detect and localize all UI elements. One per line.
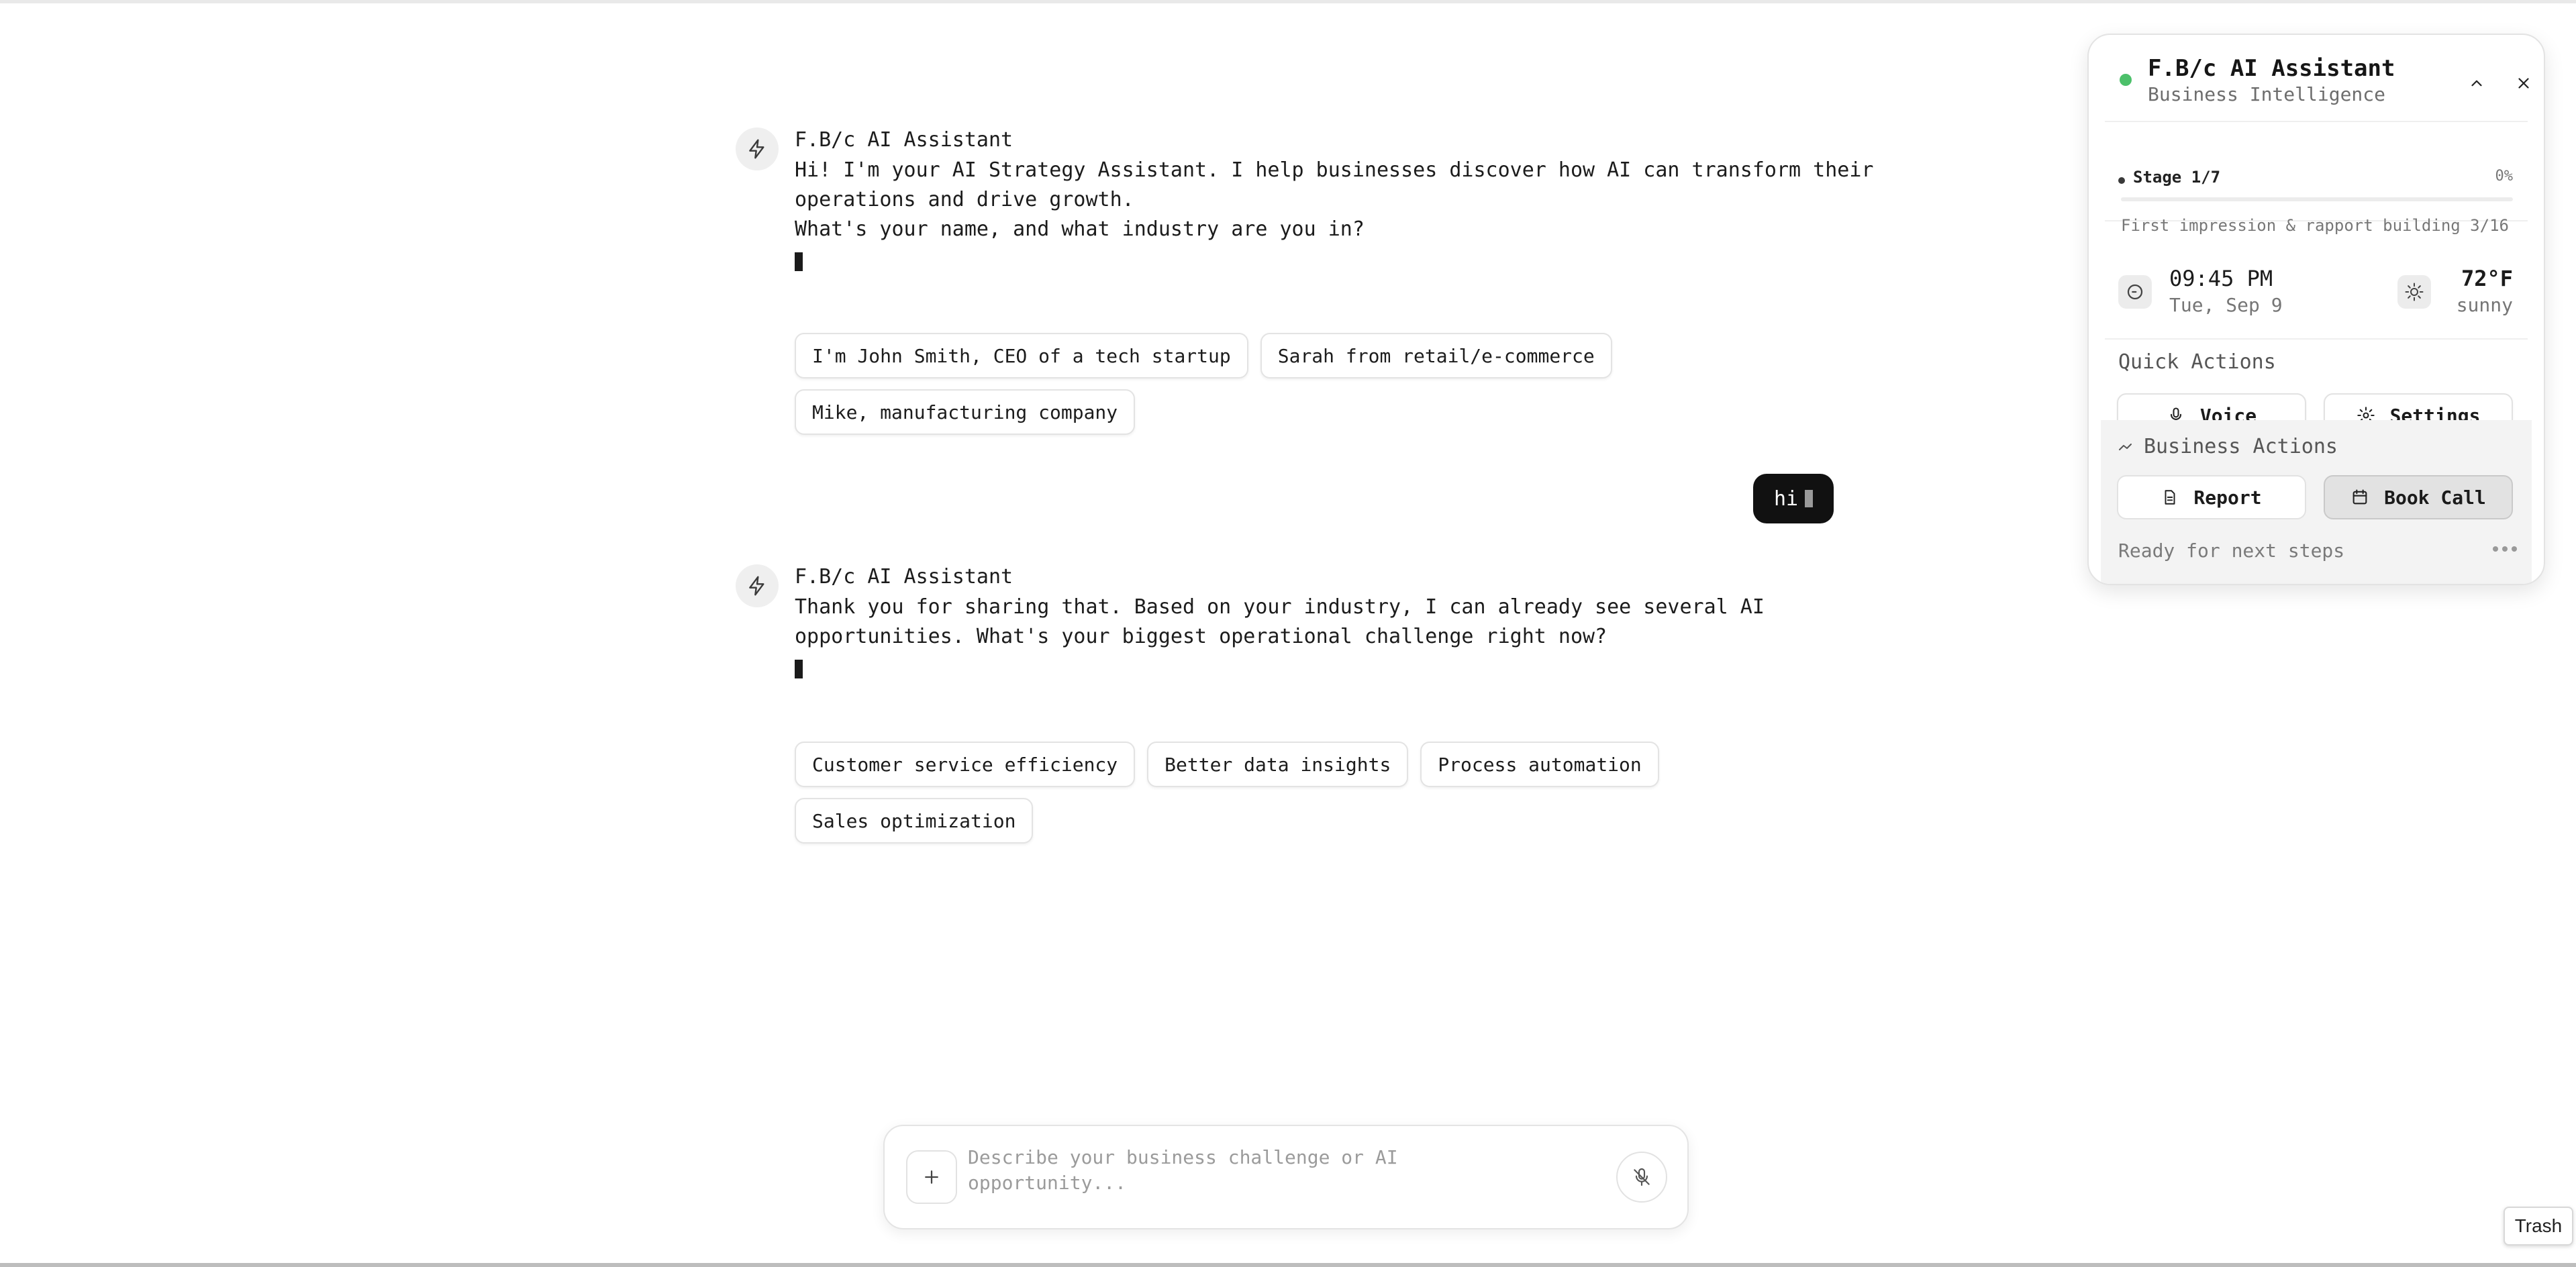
mic-toggle-button[interactable] <box>1616 1152 1667 1203</box>
typing-cursor <box>795 252 803 271</box>
sun-icon <box>2405 283 2424 301</box>
online-status-dot <box>2120 74 2132 86</box>
message-input[interactable] <box>968 1145 1451 1209</box>
lightning-icon <box>749 576 764 596</box>
clock-time: 09:45 PM <box>2169 266 2273 291</box>
assistant-panel: F.B/c AI Assistant Business Intelligence… <box>2087 34 2545 585</box>
collapse-button[interactable] <box>2463 70 2490 97</box>
book-call-button-label: Book Call <box>2384 486 2486 509</box>
panel-header: F.B/c AI Assistant Business Intelligence <box>2089 35 2544 119</box>
message-composer <box>883 1125 1689 1229</box>
stage-progress-bar <box>2121 197 2513 201</box>
stage-progress: Stage 1/7 0% First impression & rapport … <box>2105 121 2528 235</box>
suggestion-chip[interactable]: Customer service efficiency <box>795 742 1136 787</box>
book-call-button[interactable]: Book Call <box>2324 475 2513 519</box>
calendar-icon <box>2352 489 2367 505</box>
message-line: What's your name, and what industry are … <box>795 217 1365 241</box>
trash-tooltip: Trash <box>2504 1207 2573 1246</box>
bottom-border <box>0 1263 2576 1267</box>
suggestion-chip[interactable]: Mike, manufacturing company <box>795 389 1136 435</box>
panel-subtitle: Business Intelligence <box>2148 83 2386 105</box>
report-button-label: Report <box>2193 486 2262 509</box>
message-line: opportunities. What's your biggest opera… <box>795 625 1607 648</box>
top-border <box>0 0 2576 3</box>
sun-icon-box <box>2397 275 2431 309</box>
close-button[interactable] <box>2510 70 2537 97</box>
suggestion-chips: I'm John Smith, CEO of a tech startup Sa… <box>795 333 1801 435</box>
clock-date: Tue, Sep 9 <box>2169 294 2283 316</box>
suggestion-chip[interactable]: Better data insights <box>1147 742 1409 787</box>
time-weather-row: 09:45 PM Tue, Sep 9 72°F sunny <box>2105 220 2528 340</box>
typing-cursor <box>795 660 803 678</box>
suggestion-chip[interactable]: Sarah from retail/e-commerce <box>1260 333 1612 378</box>
business-actions-title: Business Actions <box>2144 435 2338 458</box>
suggestion-chips: Customer service efficiency Better data … <box>795 742 1801 844</box>
assistant-avatar <box>736 128 779 170</box>
stage-percent: 0% <box>2495 168 2514 185</box>
clock-icon-box <box>2118 275 2152 309</box>
mic-off-icon <box>1634 1168 1650 1186</box>
more-dots-icon[interactable] <box>2493 546 2517 552</box>
business-actions-label: Business Actions <box>2118 435 2338 458</box>
quick-actions-label: Quick Actions <box>2118 350 2276 374</box>
message-sender: F.B/c AI Assistant <box>795 128 1013 152</box>
stage-dot <box>2118 177 2125 184</box>
message-line: Thank you for sharing that. Based on you… <box>795 595 1765 619</box>
status-text: Ready for next steps <box>2118 540 2345 562</box>
suggestion-chip[interactable]: I'm John Smith, CEO of a tech startup <box>795 333 1248 378</box>
lightning-icon <box>749 139 764 159</box>
clock-icon <box>2127 284 2143 300</box>
message-line: Hi! I'm your AI Strategy Assistant. I he… <box>795 158 1874 182</box>
message-text: Thank you for sharing that. Based on you… <box>795 593 1882 687</box>
typing-cursor <box>1805 490 1814 507</box>
suggestion-chip[interactable]: Sales optimization <box>795 798 1034 844</box>
suggestion-chip[interactable]: Process automation <box>1420 742 1659 787</box>
message-line: operations and drive growth. <box>795 188 1134 211</box>
message-sender: F.B/c AI Assistant <box>795 565 1013 589</box>
chevron-up-icon <box>2471 80 2482 87</box>
plus-icon <box>925 1170 938 1184</box>
panel-title: F.B/c AI Assistant <box>2148 55 2395 82</box>
user-message-bubble: hi <box>1753 474 1834 523</box>
assistant-avatar <box>736 564 779 607</box>
document-icon <box>2165 490 2175 505</box>
close-icon <box>2518 78 2529 89</box>
stage-label: Stage 1/7 <box>2133 168 2221 187</box>
weather-condition: sunny <box>2456 294 2513 316</box>
weather-temperature: 72°F <box>2461 266 2513 291</box>
trend-icon <box>2119 443 2132 450</box>
attach-button[interactable] <box>906 1150 957 1204</box>
message-text: Hi! I'm your AI Strategy Assistant. I he… <box>795 156 1882 280</box>
report-button[interactable]: Report <box>2117 475 2306 519</box>
user-message-text: hi <box>1773 487 1799 511</box>
